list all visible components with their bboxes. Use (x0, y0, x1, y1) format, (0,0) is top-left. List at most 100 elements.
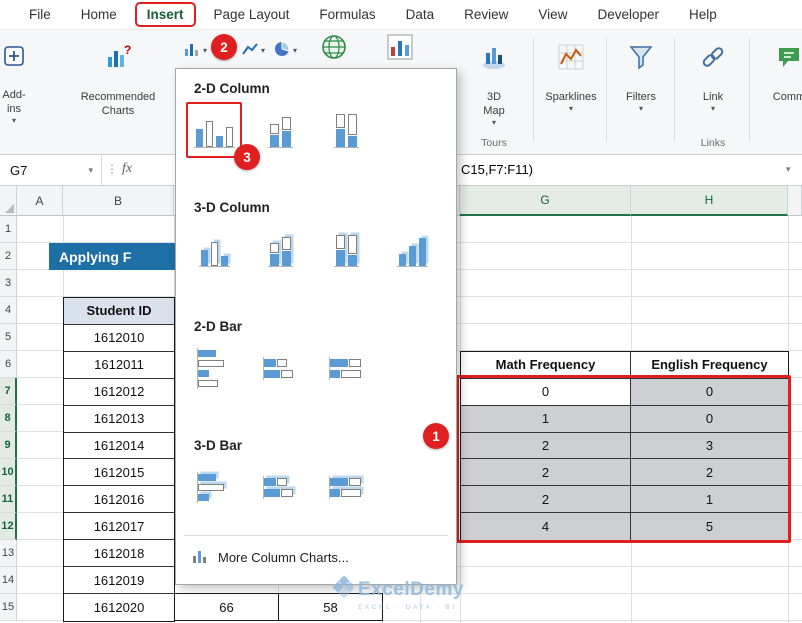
link-chain-icon (700, 44, 726, 75)
chevron-down-icon[interactable]: ▾ (88, 165, 93, 176)
row-header-2[interactable]: 2 (0, 243, 17, 270)
chart-option-3d-100-stacked-column[interactable] (322, 225, 370, 273)
chevron-down-icon: ▾ (568, 104, 573, 113)
cell-B8[interactable]: 1612013 (64, 406, 174, 433)
add-ins-icon (2, 44, 26, 73)
link-button[interactable]: Link ▾ (676, 44, 750, 114)
chart-option-clustered-column[interactable]: 3 (186, 102, 260, 170)
maps-button[interactable] (320, 34, 348, 60)
name-box[interactable]: G7 ▾ (0, 155, 102, 185)
3d-map-button[interactable]: 3D Map ▾ (456, 44, 532, 128)
dropdown-section-3d-bar: 3-D Bar (176, 438, 456, 511)
insert-column-chart-button[interactable]: ▾ (184, 40, 207, 62)
formula-input[interactable]: C15,F7:F11) (461, 162, 533, 177)
chart-option-3d-100-stacked-bar[interactable] (322, 463, 370, 511)
formula-bar-expand-icon[interactable]: ▾ (786, 164, 791, 175)
hundred-stacked-bar-icon (328, 356, 364, 380)
chart-option-3d-stacked-column[interactable] (256, 225, 304, 273)
sparklines-button[interactable]: Sparklines ▾ (534, 44, 608, 114)
tab-file[interactable]: File (14, 0, 66, 30)
clustered-column-icon (193, 113, 235, 148)
group-label-tours: Tours (481, 137, 507, 149)
dropdown-section-2d-column: 2-D Column 3 (176, 81, 456, 170)
chart-option-100-stacked-column[interactable] (322, 106, 370, 154)
student-id-table: Student ID 1612010 1612011 1612012 16120… (63, 297, 175, 622)
chart-option-stacked-column[interactable] (256, 106, 304, 154)
annotation-step-1-badge: 1 (423, 423, 449, 449)
row-header-1[interactable]: 1 (0, 216, 17, 243)
chart-option-clustered-bar[interactable] (190, 344, 238, 392)
annotation-selected-range-box (456, 375, 791, 543)
row-header-13[interactable]: 13 (0, 540, 17, 567)
add-ins-label-2: ins (6, 103, 22, 115)
chevron-down-icon: ▾ (293, 46, 298, 55)
row-header-12[interactable]: 12 (0, 513, 17, 540)
cell-B5[interactable]: 1612010 (64, 325, 174, 352)
excel-window: { "colors": { "annotation_red": "#e02020… (0, 0, 802, 623)
row-header-4[interactable]: 4 (0, 297, 17, 324)
cell-B14[interactable]: 1612019 (64, 567, 174, 595)
recommended-charts-label-2: Charts (101, 105, 135, 117)
row-header-10[interactable]: 10 (0, 459, 17, 486)
insert-line-chart-button[interactable]: ▾ (242, 40, 265, 62)
3d-clustered-column-icon (198, 232, 230, 267)
pivotchart-icon (386, 33, 414, 66)
cell-B7[interactable]: 1612012 (64, 379, 174, 406)
tab-page-layout[interactable]: Page Layout (199, 0, 305, 30)
row-header-7[interactable]: 7 (0, 378, 17, 405)
cell-C15[interactable]: 66 (174, 593, 279, 621)
row-header-11[interactable]: 11 (0, 486, 17, 513)
chart-option-3d-clustered-bar[interactable] (190, 463, 238, 511)
3d-clustered-bar-icon (196, 471, 232, 503)
globe-map-icon (320, 33, 348, 66)
cell-B15[interactable]: 1612020 (64, 594, 174, 621)
row-header-3[interactable]: 3 (0, 270, 17, 297)
tab-developer[interactable]: Developer (582, 0, 674, 30)
fx-button[interactable]: fx (122, 161, 132, 177)
chart-option-3d-stacked-bar[interactable] (256, 463, 304, 511)
col-header-G[interactable]: G (460, 186, 631, 216)
tab-view[interactable]: View (523, 0, 582, 30)
row-header-15[interactable]: 15 (0, 594, 17, 621)
watermark-brand: ExcelDemy (358, 578, 464, 600)
cell-B10[interactable]: 1612015 (64, 459, 174, 487)
row-header-9[interactable]: 9 (0, 432, 17, 459)
funnel-filter-icon (629, 44, 653, 75)
chart-type-dropdown: 2-D Column 3 3-D Column 2-D Bar 3-D Bar … (175, 68, 457, 585)
tab-data[interactable]: Data (391, 0, 450, 30)
add-ins-button[interactable]: Add- ins ▾ (0, 44, 44, 126)
row-header-8[interactable]: 8 (0, 405, 17, 432)
col-header-I[interactable] (788, 186, 802, 216)
title-banner-cell[interactable]: Applying F (49, 243, 176, 270)
tab-review[interactable]: Review (449, 0, 523, 30)
col-header-B[interactable]: B (63, 186, 174, 216)
col-header-H[interactable]: H (631, 186, 788, 216)
tab-help[interactable]: Help (674, 0, 732, 30)
filters-button[interactable]: Filters ▾ (608, 44, 674, 114)
tab-insert[interactable]: Insert (132, 0, 199, 30)
chart-option-3d-clustered-column[interactable] (190, 225, 238, 273)
insert-pie-chart-button[interactable]: ▾ (274, 40, 297, 62)
chart-option-3d-column[interactable] (388, 225, 436, 273)
chart-options-row (176, 344, 456, 392)
pivotchart-button[interactable] (386, 34, 414, 60)
cell-B13[interactable]: 1612018 (64, 540, 174, 568)
recommended-charts-button[interactable]: ? Recommended Charts (62, 43, 174, 118)
cell-B4[interactable]: Student ID (64, 298, 174, 325)
tab-formulas[interactable]: Formulas (304, 0, 390, 30)
cell-B11[interactable]: 1612016 (64, 486, 174, 514)
row-header-6[interactable]: 6 (0, 351, 17, 378)
cell-B12[interactable]: 1612017 (64, 513, 174, 541)
row-header-5[interactable]: 5 (0, 324, 17, 351)
chart-option-stacked-bar[interactable] (256, 344, 304, 392)
cell-B6[interactable]: 1612011 (64, 352, 174, 379)
row-header-14[interactable]: 14 (0, 567, 17, 594)
tab-home[interactable]: Home (66, 0, 132, 30)
cell-B9[interactable]: 1612014 (64, 433, 174, 460)
chart-option-100-stacked-bar[interactable] (322, 344, 370, 392)
comment-button[interactable]: Comm (752, 44, 802, 104)
stacked-bar-icon (262, 356, 298, 380)
more-column-charts-item[interactable]: More Column Charts... (176, 542, 456, 573)
col-header-A[interactable]: A (17, 186, 63, 216)
select-all-button[interactable] (0, 186, 17, 216)
